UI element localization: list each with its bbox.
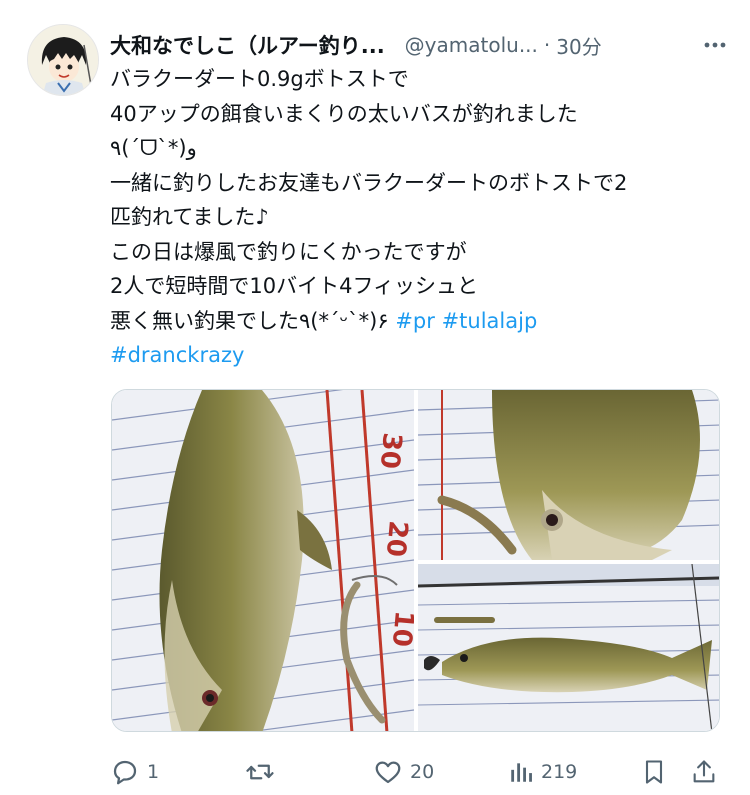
photo-bottom-right[interactable]	[418, 564, 720, 732]
bookmark-button[interactable]	[640, 752, 668, 792]
tweet-line: 2人で短時間で10バイト4フィッシュと	[110, 274, 479, 298]
views-count: 219	[541, 761, 578, 783]
views-button[interactable]: 219	[508, 752, 577, 792]
bookmark-icon	[640, 757, 668, 787]
ruler-number: 10	[386, 609, 419, 648]
tweet-line: この日は爆風で釣りにくかったですが	[110, 239, 467, 264]
tweet-header: 大和なでしこ（ルアー釣り... @yamatolu... · 30分	[110, 30, 730, 60]
ruler-number: 20	[380, 519, 413, 558]
reply-count: 1	[147, 761, 160, 783]
ruler-number: 30	[374, 431, 407, 470]
tweet-actions: 1 20 219	[110, 752, 720, 792]
photo-left[interactable]: 30 20 10	[112, 390, 419, 732]
like-icon	[373, 757, 403, 787]
media-grid: 30 20 10	[111, 389, 720, 732]
tweet-line-text: 悪く無い釣果でした٩(*´ᵕ`*)۶	[110, 308, 396, 333]
tweet-line: 一緒に釣りしたお友達もバラクーダートのボトストで2	[110, 170, 628, 195]
tweet-line: 40アップの餌食いまくりの太いバスが釣れました	[110, 101, 578, 126]
views-icon	[508, 759, 534, 785]
share-icon	[690, 757, 718, 787]
display-name[interactable]: 大和なでしこ（ルアー釣り...	[110, 30, 385, 60]
tweet-line-last: 悪く無い釣果でした٩(*´ᵕ`*)۶ #pr #tulalajp	[110, 304, 725, 339]
hashtag-tulalajp[interactable]: #tulalajp	[442, 309, 538, 333]
tweet-line-hashtags: #dranckrazy	[110, 338, 725, 373]
reply-button[interactable]: 1	[110, 752, 159, 792]
photo-top-right[interactable]	[418, 390, 720, 560]
more-icon[interactable]	[700, 30, 730, 60]
retweet-icon	[245, 757, 275, 787]
user-handle[interactable]: @yamatolu...	[405, 33, 538, 57]
tweet-line: バラクーダート0.9gボトストで	[110, 67, 409, 91]
avatar[interactable]	[27, 24, 99, 96]
tweet-line: 匹釣れてました♪	[110, 205, 269, 229]
hashtag-pr[interactable]: #pr	[395, 309, 435, 333]
separator-dot: ·	[543, 33, 551, 57]
timestamp[interactable]: 30分	[556, 31, 601, 60]
hashtag-dranckrazy[interactable]: #dranckrazy	[110, 343, 244, 367]
tweet-line: ٩(´ᗜ`*)و	[110, 136, 197, 160]
like-count: 20	[410, 761, 435, 783]
share-button[interactable]	[690, 752, 718, 792]
like-button[interactable]: 20	[373, 752, 434, 792]
reply-icon	[110, 757, 140, 787]
retweet-button[interactable]	[245, 752, 275, 792]
tweet-text: バラクーダート0.9gボトストで 40アップの餌食いまくりの太いバスが釣れました…	[110, 62, 725, 373]
